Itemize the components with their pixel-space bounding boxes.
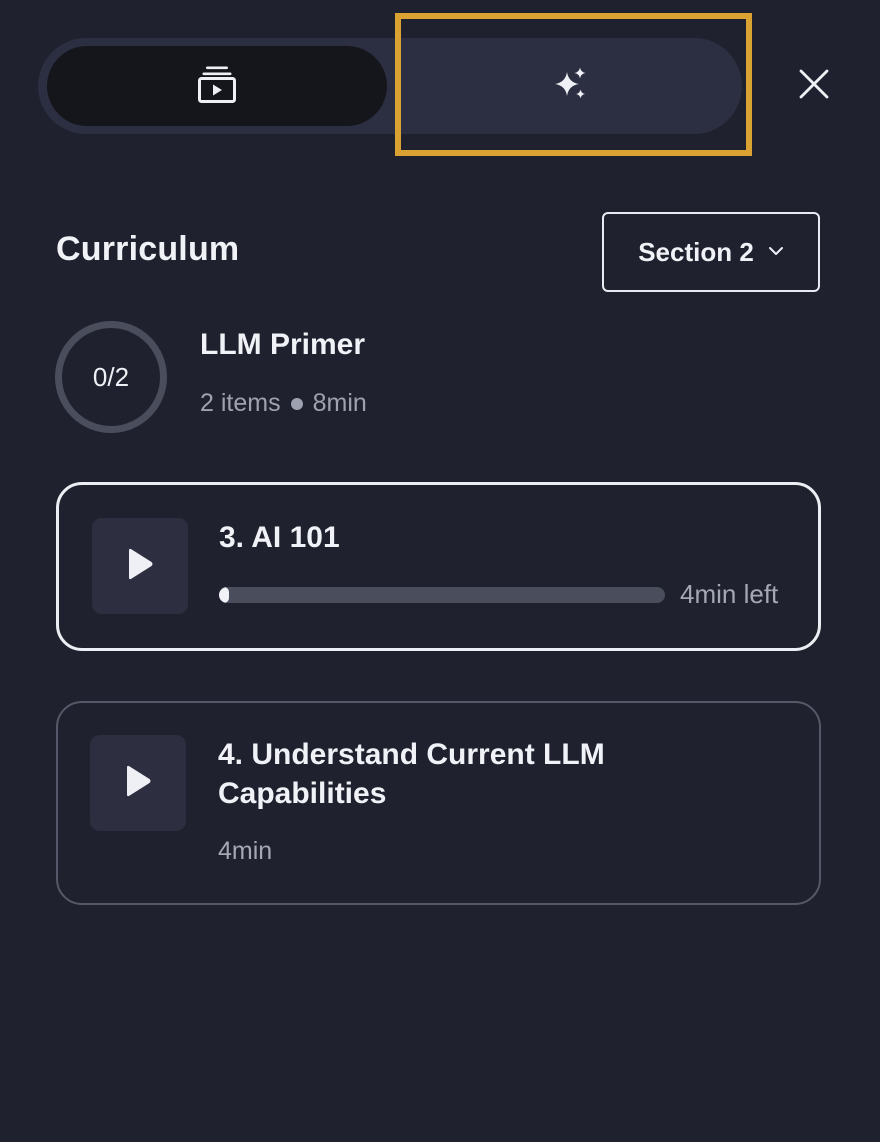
lesson-title: 4. Understand Current LLM Capabilities	[218, 738, 605, 810]
curriculum-panel: Curriculum Section 2 0/2 LLM Primer 2 it…	[0, 0, 880, 1142]
section-progress-ring: 0/2	[55, 321, 167, 433]
video-view-toggle-button[interactable]	[47, 46, 387, 126]
section-item-count: 2 items	[200, 389, 281, 417]
lesson-progress-bar	[219, 587, 665, 603]
section-duration: 8min	[312, 389, 367, 417]
play-icon	[124, 765, 152, 802]
close-button[interactable]	[792, 64, 836, 108]
chevron-down-icon	[768, 243, 784, 261]
section-name: LLM Primer	[200, 328, 366, 361]
lesson-title: 3. AI 101	[219, 521, 340, 554]
lesson-thumbnail[interactable]	[92, 518, 188, 614]
lesson-thumbnail[interactable]	[90, 735, 186, 831]
lesson-card-active[interactable]: 3. AI 101 4min left	[56, 482, 821, 651]
section-dropdown-label: Section 2	[638, 236, 754, 267]
section-meta: 2 items 8min	[200, 389, 367, 418]
lesson-progress-fill	[219, 587, 229, 603]
sparkles-icon	[553, 66, 589, 107]
separator-dot	[290, 397, 303, 410]
close-icon	[799, 69, 829, 104]
lesson-time-left: 4min left	[680, 579, 779, 609]
page-title: Curriculum	[56, 230, 240, 268]
section-dropdown[interactable]: Section 2	[602, 212, 820, 292]
play-icon	[126, 548, 154, 585]
playlist-video-icon	[197, 64, 237, 109]
lesson-duration: 4min	[218, 837, 273, 865]
lesson-card[interactable]: 4. Understand Current LLM Capabilities 4…	[56, 701, 821, 905]
section-progress-text: 0/2	[92, 361, 130, 392]
ai-assistant-toggle-button[interactable]	[400, 38, 742, 134]
